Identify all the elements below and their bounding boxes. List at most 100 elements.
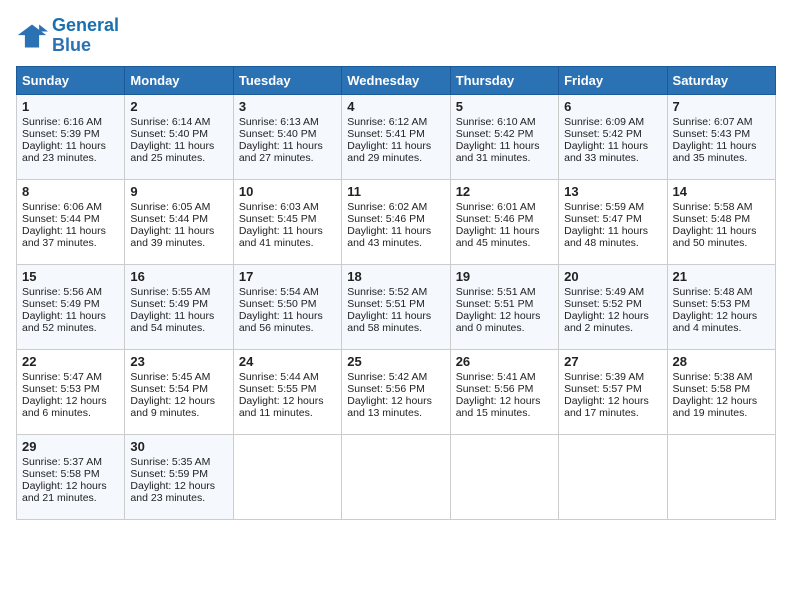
day-number: 19 (456, 269, 553, 284)
daylight: Daylight: 11 hours and 58 minutes. (347, 310, 431, 334)
daylight: Daylight: 12 hours and 11 minutes. (239, 395, 324, 419)
day-number: 23 (130, 354, 227, 369)
weekday-header: Friday (559, 66, 667, 94)
day-number: 14 (673, 184, 770, 199)
calendar-day: 17 Sunrise: 5:54 AM Sunset: 5:50 PM Dayl… (233, 264, 341, 349)
sunset: Sunset: 5:50 PM (239, 298, 317, 310)
sunrise: Sunrise: 5:54 AM (239, 286, 319, 298)
sunrise: Sunrise: 5:45 AM (130, 371, 210, 383)
day-number: 22 (22, 354, 119, 369)
logo: General Blue (16, 16, 119, 56)
calendar-table: SundayMondayTuesdayWednesdayThursdayFrid… (16, 66, 776, 520)
daylight: Daylight: 11 hours and 33 minutes. (564, 140, 648, 164)
sunrise: Sunrise: 6:09 AM (564, 116, 644, 128)
day-number: 26 (456, 354, 553, 369)
sunrise: Sunrise: 5:37 AM (22, 456, 102, 468)
day-number: 8 (22, 184, 119, 199)
sunset: Sunset: 5:58 PM (22, 468, 100, 480)
day-number: 2 (130, 99, 227, 114)
daylight: Daylight: 11 hours and 45 minutes. (456, 225, 540, 249)
daylight: Daylight: 12 hours and 15 minutes. (456, 395, 541, 419)
calendar-day: 2 Sunrise: 6:14 AM Sunset: 5:40 PM Dayli… (125, 94, 233, 179)
calendar-day: 11 Sunrise: 6:02 AM Sunset: 5:46 PM Dayl… (342, 179, 450, 264)
day-number: 5 (456, 99, 553, 114)
calendar-day: 25 Sunrise: 5:42 AM Sunset: 5:56 PM Dayl… (342, 349, 450, 434)
calendar-day: 26 Sunrise: 5:41 AM Sunset: 5:56 PM Dayl… (450, 349, 558, 434)
sunrise: Sunrise: 6:13 AM (239, 116, 319, 128)
daylight: Daylight: 12 hours and 13 minutes. (347, 395, 432, 419)
daylight: Daylight: 11 hours and 54 minutes. (130, 310, 214, 334)
sunset: Sunset: 5:51 PM (456, 298, 534, 310)
daylight: Daylight: 11 hours and 43 minutes. (347, 225, 431, 249)
sunset: Sunset: 5:47 PM (564, 213, 642, 225)
calendar-day: 18 Sunrise: 5:52 AM Sunset: 5:51 PM Dayl… (342, 264, 450, 349)
sunrise: Sunrise: 5:49 AM (564, 286, 644, 298)
sunset: Sunset: 5:56 PM (456, 383, 534, 395)
sunrise: Sunrise: 5:44 AM (239, 371, 319, 383)
calendar-day: 4 Sunrise: 6:12 AM Sunset: 5:41 PM Dayli… (342, 94, 450, 179)
sunset: Sunset: 5:52 PM (564, 298, 642, 310)
sunrise: Sunrise: 6:01 AM (456, 201, 536, 213)
day-number: 20 (564, 269, 661, 284)
calendar-day: 29 Sunrise: 5:37 AM Sunset: 5:58 PM Dayl… (17, 434, 125, 519)
daylight: Daylight: 12 hours and 17 minutes. (564, 395, 649, 419)
empty-cell (342, 434, 450, 519)
sunrise: Sunrise: 5:51 AM (456, 286, 536, 298)
sunset: Sunset: 5:42 PM (456, 128, 534, 140)
calendar-day: 13 Sunrise: 5:59 AM Sunset: 5:47 PM Dayl… (559, 179, 667, 264)
sunset: Sunset: 5:56 PM (347, 383, 425, 395)
day-number: 17 (239, 269, 336, 284)
empty-cell (233, 434, 341, 519)
calendar-day: 28 Sunrise: 5:38 AM Sunset: 5:58 PM Dayl… (667, 349, 775, 434)
sunrise: Sunrise: 5:41 AM (456, 371, 536, 383)
day-number: 10 (239, 184, 336, 199)
daylight: Daylight: 11 hours and 25 minutes. (130, 140, 214, 164)
daylight: Daylight: 11 hours and 41 minutes. (239, 225, 323, 249)
calendar-day: 6 Sunrise: 6:09 AM Sunset: 5:42 PM Dayli… (559, 94, 667, 179)
day-number: 21 (673, 269, 770, 284)
day-number: 15 (22, 269, 119, 284)
logo-text: General Blue (52, 16, 119, 56)
calendar-day: 27 Sunrise: 5:39 AM Sunset: 5:57 PM Dayl… (559, 349, 667, 434)
daylight: Daylight: 12 hours and 6 minutes. (22, 395, 107, 419)
sunset: Sunset: 5:53 PM (22, 383, 100, 395)
calendar-day: 14 Sunrise: 5:58 AM Sunset: 5:48 PM Dayl… (667, 179, 775, 264)
sunrise: Sunrise: 6:10 AM (456, 116, 536, 128)
daylight: Daylight: 11 hours and 37 minutes. (22, 225, 106, 249)
sunrise: Sunrise: 6:14 AM (130, 116, 210, 128)
sunrise: Sunrise: 5:56 AM (22, 286, 102, 298)
daylight: Daylight: 12 hours and 9 minutes. (130, 395, 215, 419)
calendar-day: 3 Sunrise: 6:13 AM Sunset: 5:40 PM Dayli… (233, 94, 341, 179)
daylight: Daylight: 11 hours and 31 minutes. (456, 140, 540, 164)
daylight: Daylight: 11 hours and 23 minutes. (22, 140, 106, 164)
sunset: Sunset: 5:57 PM (564, 383, 642, 395)
calendar-day: 7 Sunrise: 6:07 AM Sunset: 5:43 PM Dayli… (667, 94, 775, 179)
day-number: 6 (564, 99, 661, 114)
calendar-day: 10 Sunrise: 6:03 AM Sunset: 5:45 PM Dayl… (233, 179, 341, 264)
sunset: Sunset: 5:49 PM (22, 298, 100, 310)
calendar-day: 5 Sunrise: 6:10 AM Sunset: 5:42 PM Dayli… (450, 94, 558, 179)
daylight: Daylight: 12 hours and 21 minutes. (22, 480, 107, 504)
daylight: Daylight: 12 hours and 19 minutes. (673, 395, 758, 419)
empty-cell (667, 434, 775, 519)
sunrise: Sunrise: 6:07 AM (673, 116, 753, 128)
daylight: Daylight: 11 hours and 48 minutes. (564, 225, 648, 249)
sunrise: Sunrise: 6:02 AM (347, 201, 427, 213)
daylight: Daylight: 11 hours and 39 minutes. (130, 225, 214, 249)
calendar-day: 16 Sunrise: 5:55 AM Sunset: 5:49 PM Dayl… (125, 264, 233, 349)
sunrise: Sunrise: 5:59 AM (564, 201, 644, 213)
day-number: 1 (22, 99, 119, 114)
calendar-day: 15 Sunrise: 5:56 AM Sunset: 5:49 PM Dayl… (17, 264, 125, 349)
day-number: 28 (673, 354, 770, 369)
daylight: Daylight: 12 hours and 2 minutes. (564, 310, 649, 334)
weekday-header: Sunday (17, 66, 125, 94)
daylight: Daylight: 11 hours and 35 minutes. (673, 140, 757, 164)
daylight: Daylight: 11 hours and 56 minutes. (239, 310, 323, 334)
day-number: 30 (130, 439, 227, 454)
calendar-header: SundayMondayTuesdayWednesdayThursdayFrid… (17, 66, 776, 94)
sunset: Sunset: 5:46 PM (347, 213, 425, 225)
daylight: Daylight: 12 hours and 4 minutes. (673, 310, 758, 334)
day-number: 27 (564, 354, 661, 369)
sunrise: Sunrise: 6:06 AM (22, 201, 102, 213)
day-number: 3 (239, 99, 336, 114)
